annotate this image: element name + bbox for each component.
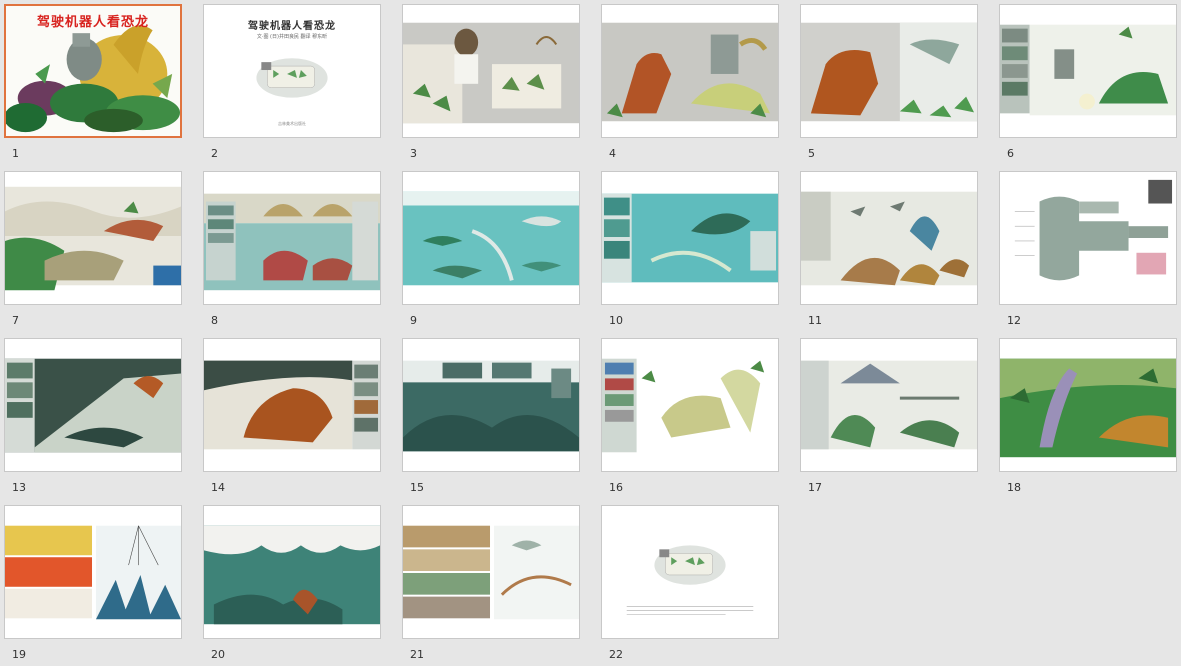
page-illustration	[602, 358, 765, 453]
slide-number: 1	[12, 147, 19, 160]
slide-thumbnail-15[interactable]	[402, 338, 580, 472]
slide-thumbnail-1[interactable]: 驾驶机器人看恐龙	[4, 4, 182, 138]
page-illustration	[1000, 172, 1176, 304]
slide-thumbnail-6[interactable]	[999, 4, 1177, 138]
slide-number: 14	[211, 481, 225, 494]
slide-number: 20	[211, 648, 225, 661]
slide-thumbnail-8[interactable]	[203, 171, 381, 305]
slide-number: 5	[808, 147, 815, 160]
slide-thumbnail-20[interactable]	[203, 505, 381, 639]
page-illustration	[204, 360, 380, 450]
slide-number: 12	[1007, 314, 1021, 327]
page-illustration	[801, 360, 977, 450]
slide-thumbnail-11[interactable]	[800, 171, 978, 305]
slide-number: 22	[609, 648, 623, 661]
slide-number: 7	[12, 314, 19, 327]
slide-number: 21	[410, 648, 424, 661]
page-illustration	[403, 191, 579, 286]
slide-number: 3	[410, 147, 417, 160]
page-illustration	[602, 22, 778, 122]
page-illustration	[602, 193, 778, 283]
page-illustration	[403, 360, 579, 452]
slide-thumbnail-14[interactable]	[203, 338, 381, 472]
page-illustration	[204, 193, 380, 291]
page-illustration	[1000, 358, 1176, 458]
slide-number: 4	[609, 147, 616, 160]
page-illustration	[801, 191, 977, 286]
title-page-illustration	[256, 58, 328, 98]
slide-thumbnail-16[interactable]	[601, 338, 779, 472]
page-illustration	[801, 22, 977, 122]
slide-number: 19	[12, 648, 26, 661]
slide-thumbnail-13[interactable]	[4, 338, 182, 472]
page-illustration	[403, 22, 579, 124]
slide-thumbnail-5[interactable]	[800, 4, 978, 138]
slide-number: 8	[211, 314, 218, 327]
page-illustration	[1000, 24, 1176, 116]
slide-thumbnail-4[interactable]	[601, 4, 779, 138]
slide-thumbnail-2[interactable]: 驾驶机器人看恐龙 文·图 (日)井田良民 翻译 穆东昕 吉林美术出版社	[203, 4, 381, 138]
slide-number: 13	[12, 481, 26, 494]
slide-thumbnail-22[interactable]	[601, 505, 779, 639]
slide-thumbnail-21[interactable]	[402, 505, 580, 639]
slide-number: 18	[1007, 481, 1021, 494]
slide-thumbnail-17[interactable]	[800, 338, 978, 472]
page-illustration	[204, 525, 380, 625]
slide-sorter-grid: 驾驶机器人看恐龙 1 驾驶机器人看恐龙 文·图 (日)井田良民 翻译 穆东昕 吉…	[0, 0, 1181, 666]
slide-thumbnail-7[interactable]	[4, 171, 182, 305]
page-illustration	[5, 525, 181, 620]
slide-thumbnail-10[interactable]	[601, 171, 779, 305]
slide-thumbnail-12[interactable]	[999, 171, 1177, 305]
page-illustration	[5, 358, 181, 453]
page-illustration	[403, 525, 579, 620]
slide-number: 9	[410, 314, 417, 327]
slide-thumbnail-19[interactable]	[4, 505, 182, 639]
slide-thumbnail-18[interactable]	[999, 338, 1177, 472]
slide-number: 2	[211, 147, 218, 160]
slide-number: 11	[808, 314, 822, 327]
slide-number: 10	[609, 314, 623, 327]
slide-thumbnail-3[interactable]	[402, 4, 580, 138]
page-illustration	[5, 186, 181, 291]
cover-title: 驾驶机器人看恐龙	[36, 15, 149, 30]
slide-number: 15	[410, 481, 424, 494]
page-illustration	[626, 545, 754, 615]
slide-thumbnail-9[interactable]	[402, 171, 580, 305]
slide-number: 16	[609, 481, 623, 494]
book-publisher: 吉林美术出版社	[278, 121, 306, 126]
slide-number: 17	[808, 481, 822, 494]
slide-number: 6	[1007, 147, 1014, 160]
